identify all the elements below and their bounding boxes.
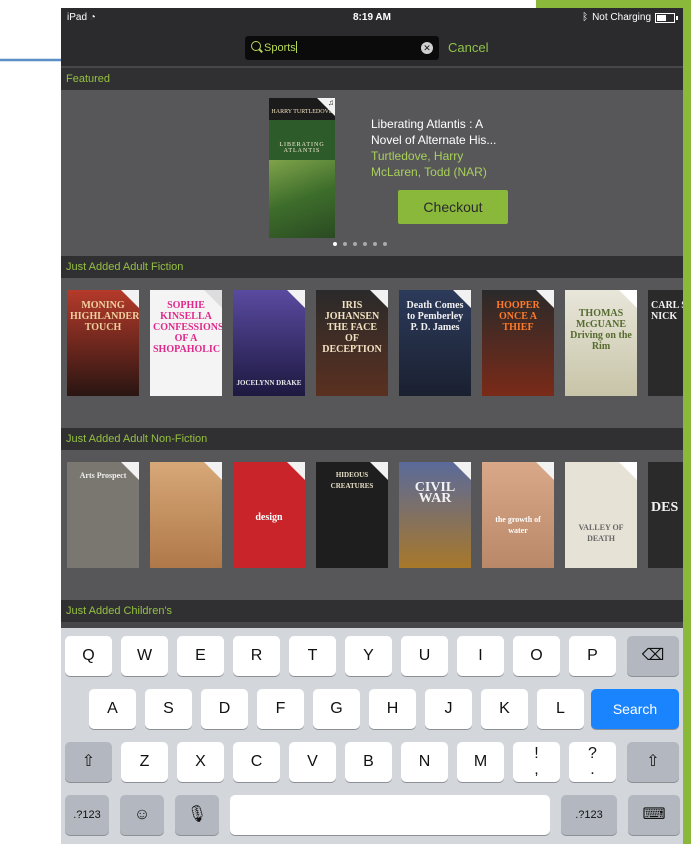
key-k[interactable]: K bbox=[481, 689, 528, 729]
shift-left-icon[interactable]: ⇧ bbox=[65, 742, 112, 782]
key-u[interactable]: U bbox=[401, 636, 448, 676]
keyboard-row-4: .?123 ☺ 🎙 .?123 ⌨ bbox=[61, 795, 683, 835]
keyboard-row-2: A S D F G H J K L Search bbox=[61, 689, 683, 729]
key-e[interactable]: E bbox=[177, 636, 224, 676]
key-z[interactable]: Z bbox=[121, 742, 168, 782]
key-d[interactable]: D bbox=[201, 689, 248, 729]
key-j[interactable]: J bbox=[425, 689, 472, 729]
key-i[interactable]: I bbox=[457, 636, 504, 676]
search-input[interactable]: Sports ✕ bbox=[245, 36, 439, 60]
keyboard-row-3: ⇧ Z X C V B N M! ,? . ⇧ bbox=[61, 742, 683, 782]
clear-icon[interactable]: ✕ bbox=[421, 42, 433, 54]
book-cover[interactable]: CARL STRE NICK bbox=[648, 290, 683, 396]
key-r[interactable]: R bbox=[233, 636, 280, 676]
key-h[interactable]: H bbox=[369, 689, 416, 729]
key-a[interactable]: A bbox=[89, 689, 136, 729]
search-icon bbox=[251, 41, 261, 51]
key-question-period[interactable]: ? . bbox=[569, 742, 616, 782]
key-c[interactable]: C bbox=[233, 742, 280, 782]
numbers-key[interactable]: .?123 bbox=[65, 795, 109, 835]
featured-title[interactable]: Liberating Atlantis : A Novel of Alterna… bbox=[371, 116, 571, 148]
status-bar: iPad ◔ 8:19 AM ᛒ Not Charging bbox=[61, 8, 683, 28]
key-w[interactable]: W bbox=[121, 636, 168, 676]
key-q[interactable]: Q bbox=[65, 636, 112, 676]
search-bar: Sports ✕ Cancel bbox=[61, 28, 683, 66]
key-x[interactable]: X bbox=[177, 742, 224, 782]
key-n[interactable]: N bbox=[401, 742, 448, 782]
bluetooth-icon: ᛒ bbox=[582, 12, 589, 23]
book-cover[interactable]: the growth of water bbox=[482, 462, 554, 568]
shelf-adult-nonfiction: Arts Prospect design HIDEOUS CREATURES C… bbox=[61, 450, 683, 600]
audiobook-icon: ♫ bbox=[328, 98, 334, 107]
cancel-button[interactable]: Cancel bbox=[448, 40, 488, 55]
carousel-pager[interactable] bbox=[333, 242, 387, 246]
key-m[interactable]: M bbox=[457, 742, 504, 782]
section-header-adult-nonfiction: Just Added Adult Non-Fiction bbox=[61, 428, 683, 450]
section-header-featured: Featured bbox=[61, 68, 683, 90]
onscreen-keyboard: Q W E R T Y U I O P ⌫ A S D F G H J K L Search ⇧ Z X C V B N M! ,?… bbox=[61, 628, 683, 844]
emoji-icon[interactable]: ☺ bbox=[120, 795, 164, 835]
checkout-button[interactable]: Checkout bbox=[398, 190, 508, 224]
book-cover[interactable]: THOMAS McGUANE Driving on the Rim bbox=[565, 290, 637, 396]
search-key[interactable]: Search bbox=[591, 689, 679, 729]
featured-authors: Turtledove, Harry McLaren, Todd (NAR) bbox=[371, 149, 487, 179]
numbers-key-right[interactable]: .?123 bbox=[561, 795, 617, 835]
keyboard-row-1: Q W E R T Y U I O P ⌫ bbox=[61, 636, 683, 676]
carousel-dot[interactable] bbox=[333, 242, 337, 246]
key-t[interactable]: T bbox=[289, 636, 336, 676]
section-header-childrens: Just Added Children's bbox=[61, 600, 683, 622]
book-cover[interactable]: HOOPER ONCE A THIEF bbox=[482, 290, 554, 396]
key-o[interactable]: O bbox=[513, 636, 560, 676]
key-b[interactable]: B bbox=[345, 742, 392, 782]
key-f[interactable]: F bbox=[257, 689, 304, 729]
book-cover[interactable] bbox=[150, 462, 222, 568]
carousel-dot[interactable] bbox=[343, 242, 347, 246]
carousel-dot[interactable] bbox=[383, 242, 387, 246]
ipad-screen: iPad ◔ 8:19 AM ᛒ Not Charging Sports ✕ C… bbox=[61, 8, 683, 844]
book-cover[interactable]: SOPHIE KINSELLA CONFESSIONS OF A SHOPAHO… bbox=[150, 290, 222, 396]
book-cover[interactable]: CIVIL WAR bbox=[399, 462, 471, 568]
carousel-dot[interactable] bbox=[353, 242, 357, 246]
keyboard-dismiss-icon[interactable]: ⌨ bbox=[628, 795, 680, 835]
space-key[interactable] bbox=[230, 795, 550, 835]
shift-right-icon[interactable]: ⇧ bbox=[627, 742, 679, 782]
key-l[interactable]: L bbox=[537, 689, 584, 729]
section-header-adult-fiction: Just Added Adult Fiction bbox=[61, 256, 683, 278]
microphone-icon[interactable]: 🎙 bbox=[175, 795, 219, 835]
featured-info: Liberating Atlantis : A Novel of Alterna… bbox=[371, 116, 571, 180]
book-cover[interactable]: HIDEOUS CREATURES bbox=[316, 462, 388, 568]
key-s[interactable]: S bbox=[145, 689, 192, 729]
key-y[interactable]: Y bbox=[345, 636, 392, 676]
book-cover[interactable]: MONING HIGHLANDER'S TOUCH bbox=[67, 290, 139, 396]
book-cover[interactable]: design bbox=[233, 462, 305, 568]
frame-accent-right bbox=[682, 0, 691, 844]
featured-panel: HARRY TURTLEDOVE LIBERATING ATLANTIS ♫ L… bbox=[61, 90, 683, 256]
key-v[interactable]: V bbox=[289, 742, 336, 782]
book-cover[interactable]: IRIS JOHANSEN THE FACE OF DECEPTION bbox=[316, 290, 388, 396]
book-cover[interactable]: Death Comes to Pemberley P. D. James bbox=[399, 290, 471, 396]
shelf-adult-fiction: MONING HIGHLANDER'S TOUCH SOPHIE KINSELL… bbox=[61, 278, 683, 428]
carousel-dot[interactable] bbox=[363, 242, 367, 246]
book-cover[interactable]: DES bbox=[648, 462, 683, 568]
backspace-icon[interactable]: ⌫ bbox=[627, 636, 679, 676]
featured-cover[interactable]: HARRY TURTLEDOVE LIBERATING ATLANTIS ♫ bbox=[269, 98, 335, 238]
carousel-dot[interactable] bbox=[373, 242, 377, 246]
book-cover[interactable]: JOCELYNN DRAKE bbox=[233, 290, 305, 396]
key-exclaim-comma[interactable]: ! , bbox=[513, 742, 560, 782]
key-p[interactable]: P bbox=[569, 636, 616, 676]
book-cover[interactable]: Arts Prospect bbox=[67, 462, 139, 568]
key-g[interactable]: G bbox=[313, 689, 360, 729]
book-cover[interactable]: VALLEY OF DEATH bbox=[565, 462, 637, 568]
battery-icon bbox=[655, 12, 678, 23]
charging-status: ᛒ Not Charging bbox=[582, 12, 678, 23]
